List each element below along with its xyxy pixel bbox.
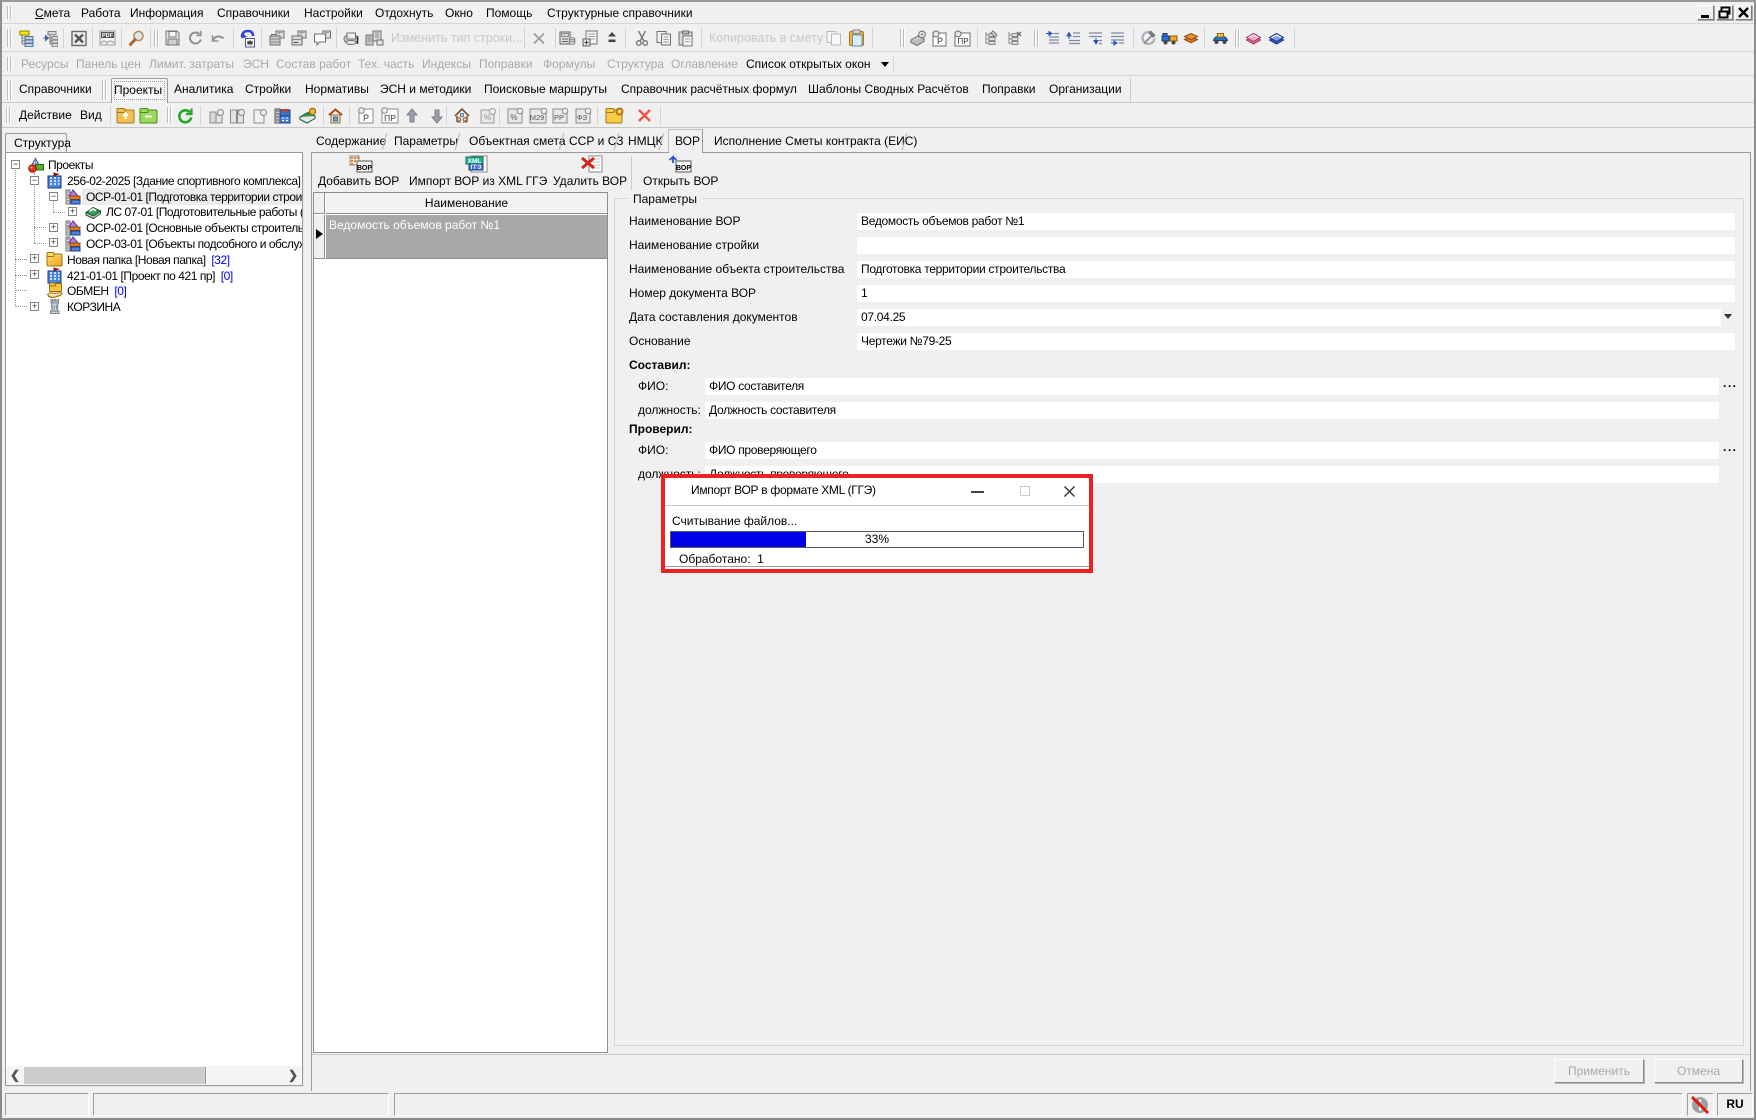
svg-text:P: P bbox=[937, 36, 943, 46]
svg-text:ФЗ: ФЗ bbox=[577, 113, 588, 122]
svg-text:PDF: PDF bbox=[102, 33, 114, 39]
svg-text:ПР: ПР bbox=[957, 37, 968, 46]
svg-text:М29: М29 bbox=[530, 113, 545, 122]
svg-text:РР: РР bbox=[554, 113, 564, 122]
svg-text:ПР: ПР bbox=[384, 113, 396, 123]
svg-text:P: P bbox=[363, 113, 369, 123]
svg-text:ВОР: ВОР bbox=[357, 165, 372, 172]
svg-text:ВОР: ВОР bbox=[676, 165, 691, 172]
svg-text:ГГЭ: ГГЭ bbox=[470, 165, 482, 171]
svg-text:%: % bbox=[510, 113, 517, 122]
